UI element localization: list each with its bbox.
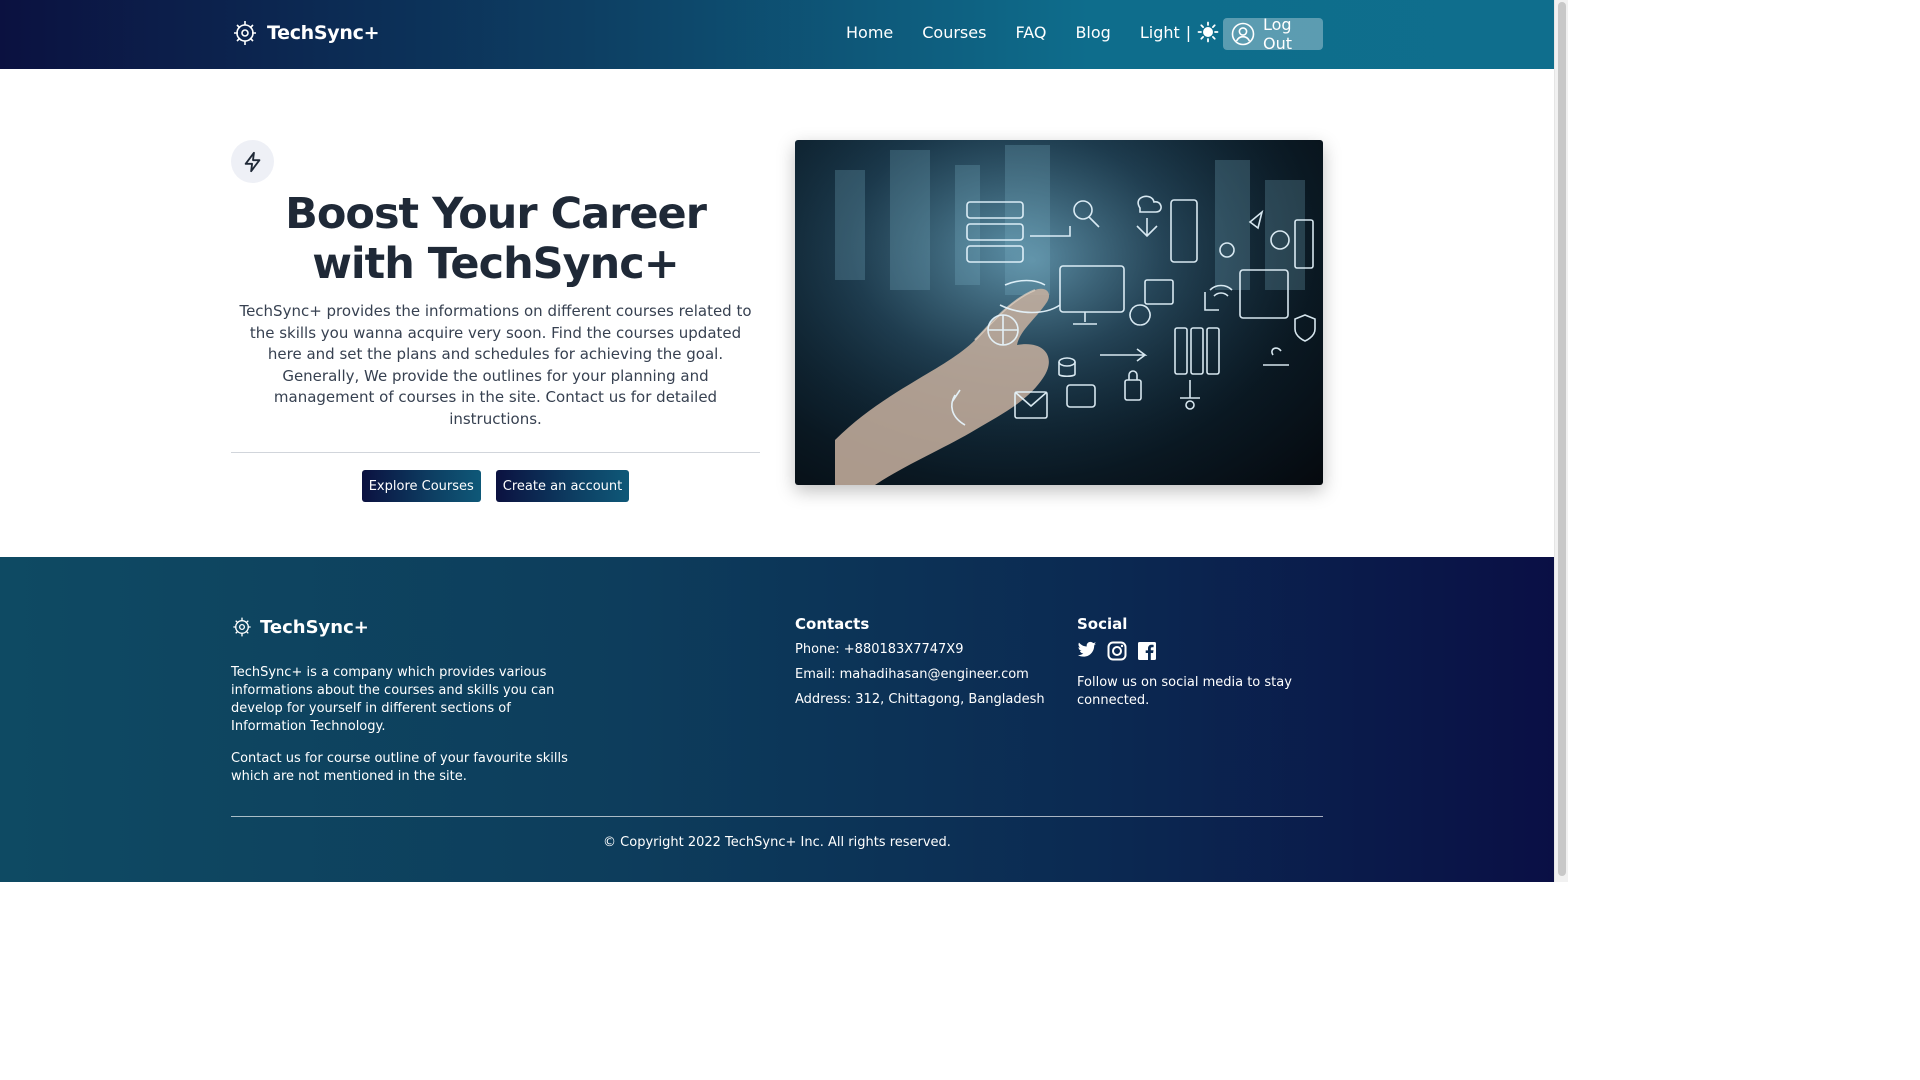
instagram-icon[interactable] [1107, 641, 1127, 661]
logout-label: Log Out [1263, 15, 1293, 53]
gear-circuit-icon [231, 615, 253, 639]
social-text: Follow us on social media to stay connec… [1077, 675, 1292, 708]
footer-description-2: Contact us for course outline of your fa… [231, 751, 568, 784]
theme-separator: | [1185, 22, 1192, 42]
facebook-icon[interactable] [1137, 641, 1157, 661]
user-circle-icon [1231, 22, 1255, 46]
hero-badge [231, 140, 274, 183]
brand-logo-link[interactable]: TechSync+ [231, 18, 380, 48]
sun-icon[interactable] [1197, 21, 1219, 43]
theme-toggle[interactable]: Light | [1140, 21, 1219, 43]
contact-address: Address: 312, Chittagong, Bangladesh [795, 692, 1045, 707]
twitter-icon[interactable] [1077, 641, 1097, 661]
contact-phone: Phone: +880183X7747X9 [795, 642, 964, 657]
footer-brand-name: TechSync+ [260, 616, 369, 638]
social-icons [1077, 641, 1307, 661]
footer: TechSync+ TechSync+ is a company which p… [0, 557, 1554, 882]
nav-links: Home Courses FAQ Blog Light | [846, 21, 1247, 43]
vertical-scrollbar[interactable] [1554, 0, 1568, 882]
footer-divider [231, 816, 1323, 817]
logout-button[interactable]: Log Out [1223, 15, 1323, 53]
footer-description-1: TechSync+ is a company which provides va… [231, 665, 555, 734]
hero-divider [231, 452, 760, 453]
nav-faq[interactable]: FAQ [1015, 23, 1046, 42]
hero-title: Boost Your Career with TechSync+ [285, 189, 707, 289]
nav-home[interactable]: Home [846, 23, 893, 42]
scrollbar-thumb[interactable] [1558, 2, 1566, 876]
lightning-bolt-icon [242, 151, 264, 173]
brand-name: TechSync+ [267, 22, 380, 44]
gear-circuit-icon [231, 18, 259, 48]
theme-label: Light [1139, 22, 1180, 42]
footer-social: Social Follow us on social media to stay… [1077, 615, 1307, 710]
create-account-button[interactable]: Create an account [495, 470, 630, 502]
explore-courses-button[interactable]: Explore Courses [361, 470, 481, 502]
social-heading: Social [1077, 615, 1128, 633]
footer-contacts: Contacts Phone: +880183X7747X9 Email: ma… [795, 615, 1045, 716]
hero-buttons: Explore Courses Create an account [231, 470, 760, 502]
copyright: © Copyright 2022 TechSync+ Inc. All righ… [603, 835, 951, 850]
hero-image [795, 140, 1323, 485]
nav-blog[interactable]: Blog [1075, 23, 1110, 42]
contacts-heading: Contacts [795, 615, 870, 633]
footer-brand[interactable]: TechSync+ [231, 615, 369, 639]
page: TechSync+ Home Courses FAQ Blog Light | [0, 0, 1568, 882]
contact-email[interactable]: Email: mahadihasan@engineer.com [795, 666, 1045, 683]
navbar: TechSync+ Home Courses FAQ Blog Light | [0, 0, 1554, 69]
nav-courses[interactable]: Courses [922, 23, 986, 42]
hero-description: TechSync+ provides the informations on d… [239, 302, 752, 428]
footer-description: TechSync+ is a company which provides va… [231, 664, 576, 800]
hero-content: Boost Your Career with TechSync+ TechSyn… [231, 140, 760, 502]
